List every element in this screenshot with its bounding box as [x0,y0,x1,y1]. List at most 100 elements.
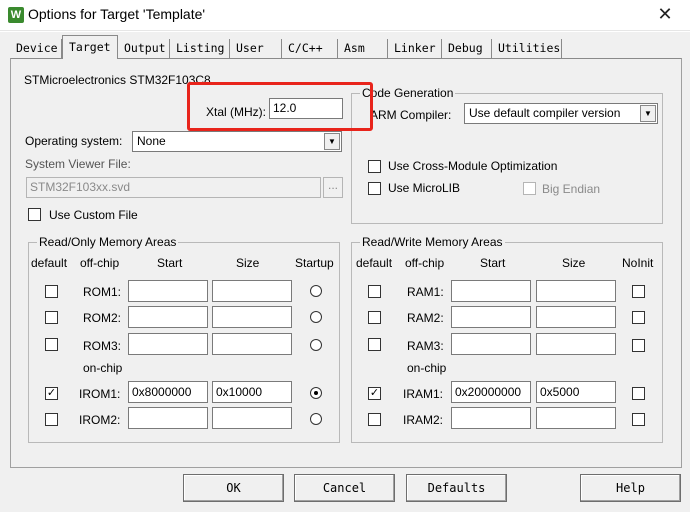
xtal-label: Xtal (MHz): [206,105,266,119]
rom1-start-input[interactable] [128,280,208,302]
ro-header-default: default [31,256,68,270]
iram1-noinit-checkbox[interactable] [632,387,645,400]
ram3-noinit-checkbox[interactable] [632,339,645,352]
iram2-start-input[interactable] [451,407,531,429]
ro-header-size: Size [236,256,260,270]
rom1-label: ROM1: [83,285,122,299]
irom2-size-input[interactable] [212,407,292,429]
code-generation-group: Code Generation ARM Compiler: Use defaul… [351,86,663,224]
xtal-input[interactable]: 12.0 [269,98,343,119]
compiler-label: ARM Compiler: [370,108,452,122]
rom2-default-checkbox[interactable] [45,311,58,324]
close-icon[interactable]: ✕ [654,3,676,25]
dialog-body: Device Target Output Listing User C/C++ … [0,32,690,512]
rom3-label: ROM3: [83,339,122,353]
svd-browse-button[interactable]: ... [323,177,343,198]
rw-onchip-label: on-chip [407,361,447,375]
iram1-start-input[interactable]: 0x20000000 [451,381,531,403]
ram3-size-input[interactable] [536,333,616,355]
ro-onchip-label: on-chip [83,361,123,375]
svd-input[interactable]: STM32F103xx.svd [26,177,321,198]
ok-button[interactable]: OK [183,474,284,502]
tab-output[interactable]: Output [118,39,170,58]
iram1-size-input[interactable]: 0x5000 [536,381,616,403]
chevron-down-icon[interactable]: ▼ [640,105,656,122]
ram1-start-input[interactable] [451,280,531,302]
tab-debug[interactable]: Debug [442,39,492,58]
rom2-startup-radio[interactable] [310,311,322,323]
irom2-start-input[interactable] [128,407,208,429]
code-generation-legend: Code Generation [360,86,456,100]
svd-label: System Viewer File: [25,157,131,171]
rom1-size-input[interactable] [212,280,292,302]
ram2-default-checkbox[interactable] [368,311,381,324]
tab-listing[interactable]: Listing [170,39,230,58]
keil-app-icon: W [8,7,24,23]
ram3-start-input[interactable] [451,333,531,355]
ro-memory-group: Read/Only Memory Areas default off-chip … [28,235,340,443]
big-endian-label: Big Endian [542,182,601,196]
cross-module-checkbox[interactable] [368,160,381,173]
tab-target[interactable]: Target [62,35,118,59]
ram3-label: RAM3: [407,339,444,353]
title-bar: W Options for Target 'Template' ✕ [0,0,690,31]
irom1-default-checkbox[interactable]: ✓ [45,387,58,400]
defaults-button[interactable]: Defaults [406,474,507,502]
target-panel: STMicroelectronics STM32F103C8 Xtal (MHz… [10,58,682,468]
ram1-size-input[interactable] [536,280,616,302]
tab-device[interactable]: Device [10,39,62,58]
irom1-label: IROM1: [79,387,121,401]
rom2-size-input[interactable] [212,306,292,328]
microlib-checkbox[interactable] [368,182,381,195]
iram1-label: IRAM1: [403,387,444,401]
irom1-start-input[interactable]: 0x8000000 [128,381,208,403]
ro-header-offchip: off-chip [80,256,120,270]
os-select-value: None [137,134,166,148]
rom3-size-input[interactable] [212,333,292,355]
os-select[interactable]: None ▼ [132,131,342,152]
window-title: Options for Target 'Template' [28,6,206,22]
ram1-default-checkbox[interactable] [368,285,381,298]
big-endian-checkbox[interactable] [523,182,536,195]
irom2-default-checkbox[interactable] [45,413,58,426]
compiler-select[interactable]: Use default compiler version ▼ [464,103,658,124]
rom3-startup-radio[interactable] [310,339,322,351]
rom2-start-input[interactable] [128,306,208,328]
iram2-noinit-checkbox[interactable] [632,413,645,426]
tab-asm[interactable]: Asm [338,39,388,58]
tab-utilities[interactable]: Utilities [492,39,562,58]
rw-memory-legend: Read/Write Memory Areas [360,235,505,249]
iram1-default-checkbox[interactable]: ✓ [368,387,381,400]
rw-memory-group: Read/Write Memory Areas default off-chip… [351,235,663,443]
rom3-default-checkbox[interactable] [45,338,58,351]
ram2-size-input[interactable] [536,306,616,328]
ram1-noinit-checkbox[interactable] [632,285,645,298]
irom1-size-input[interactable]: 0x10000 [212,381,292,403]
tab-linker[interactable]: Linker [388,39,442,58]
rw-header-noinit: NoInit [622,256,654,270]
rom3-start-input[interactable] [128,333,208,355]
ram3-default-checkbox[interactable] [368,338,381,351]
custom-file-label: Use Custom File [49,208,138,222]
ram2-noinit-checkbox[interactable] [632,311,645,324]
custom-file-checkbox[interactable] [28,208,41,221]
rom1-startup-radio[interactable] [310,285,322,297]
rom1-default-checkbox[interactable] [45,285,58,298]
rw-header-offchip: off-chip [405,256,445,270]
cross-module-label: Use Cross-Module Optimization [388,159,558,173]
rw-header-start: Start [480,256,506,270]
rom2-label: ROM2: [83,311,122,325]
tab-user[interactable]: User [230,39,282,58]
ram2-start-input[interactable] [451,306,531,328]
tab-c-cpp[interactable]: C/C++ [282,39,338,58]
cancel-button[interactable]: Cancel [294,474,395,502]
chevron-down-icon[interactable]: ▼ [324,133,340,150]
device-label: STMicroelectronics STM32F103C8 [24,73,211,87]
iram2-default-checkbox[interactable] [368,413,381,426]
os-label: Operating system: [25,134,123,148]
iram2-size-input[interactable] [536,407,616,429]
irom1-startup-radio[interactable] [310,387,322,399]
irom2-startup-radio[interactable] [310,413,322,425]
help-button[interactable]: Help [580,474,681,502]
ro-header-start: Start [157,256,183,270]
